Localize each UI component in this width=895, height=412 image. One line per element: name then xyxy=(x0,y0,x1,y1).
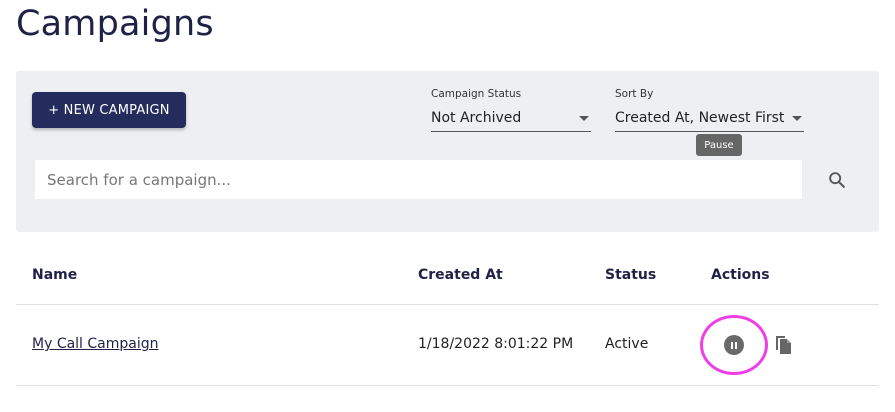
pause-button[interactable] xyxy=(700,315,768,375)
table-header: Name Created At Status Actions xyxy=(16,248,879,305)
column-header-created-at[interactable]: Created At xyxy=(418,267,503,283)
table-row: My Call Campaign 1/18/2022 8:01:22 PM Ac… xyxy=(16,305,879,386)
pause-tooltip: Pause xyxy=(696,134,742,156)
campaign-status-label: Campaign Status xyxy=(431,88,522,100)
column-header-status[interactable]: Status xyxy=(605,267,656,283)
sort-by-filter: Sort By Created At, Newest First xyxy=(615,88,804,132)
copy-button[interactable] xyxy=(771,332,795,356)
campaign-status-value: Not Archived xyxy=(431,110,522,126)
column-header-actions: Actions xyxy=(711,267,770,283)
campaign-created-at: 1/18/2022 8:01:22 PM xyxy=(418,336,574,352)
search-icon xyxy=(829,172,845,188)
column-header-name[interactable]: Name xyxy=(32,267,77,283)
sort-by-value: Created At, Newest First xyxy=(615,110,785,126)
toolbar-panel: + NEW CAMPAIGN Campaign Status Not Archi… xyxy=(16,71,879,232)
sort-by-label: Sort By xyxy=(615,88,654,100)
pause-icon xyxy=(724,335,744,355)
dropdown-caret-icon xyxy=(579,115,589,121)
search-input[interactable] xyxy=(35,160,802,199)
dropdown-caret-icon xyxy=(792,115,802,121)
sort-by-select[interactable]: Created At, Newest First xyxy=(615,105,804,132)
page-title: Campaigns xyxy=(16,4,214,44)
search-button[interactable] xyxy=(824,167,850,193)
copy-icon xyxy=(776,336,791,354)
campaigns-table: Name Created At Status Actions My Call C… xyxy=(16,248,879,386)
campaign-name-link[interactable]: My Call Campaign xyxy=(32,336,159,352)
new-campaign-button[interactable]: + NEW CAMPAIGN xyxy=(32,92,186,128)
campaign-status-select[interactable]: Not Archived xyxy=(431,105,591,132)
campaign-status-filter: Campaign Status Not Archived xyxy=(431,88,591,132)
campaign-status: Active xyxy=(605,336,649,352)
